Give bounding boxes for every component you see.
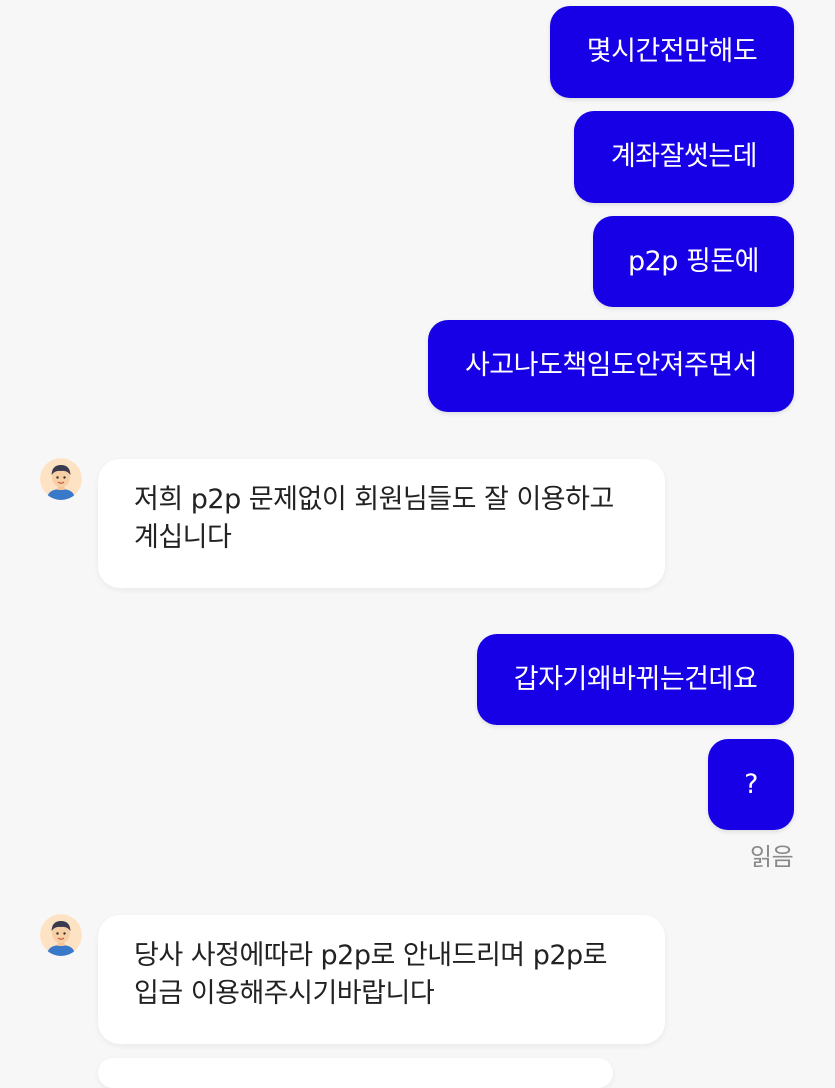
message-text: 갑자기왜바뀌는건데요	[513, 663, 758, 695]
read-receipt: 읽음	[750, 843, 794, 871]
agent-avatar-icon[interactable]	[40, 458, 82, 500]
message-text: 몇시간전만해도	[586, 36, 758, 67]
message-text-line: 저희 p2p 문제없이 회원님들도 잘 이용하고	[134, 484, 614, 515]
chat-thread: 몇시간전만해도 계좌잘썻는데 p2p 핑돈에 사고나도책임도안져주면서 저희 p…	[0, 0, 835, 1088]
message-text-line: 당사 사정에따라 p2p로 안내드리며 p2p로	[134, 940, 608, 971]
message-text-line: 입금 이용해주시기바랍니다	[134, 978, 435, 1009]
message-text: 사고나도책임도안져주면서	[464, 350, 758, 381]
outgoing-message: 몇시간전만해도	[550, 6, 794, 98]
message-text: ?	[744, 768, 758, 800]
message-text-line: 계십니다	[134, 522, 232, 553]
message-text: p2p 핑돈에	[627, 245, 760, 277]
incoming-message: 저희 p2p 문제없이 회원님들도 잘 이용하고 계십니다	[98, 459, 665, 588]
outgoing-message: 갑자기왜바뀌는건데요	[477, 634, 794, 725]
incoming-message: 당사 사정에따라 p2p로 안내드리며 p2p로 입금 이용해주시기바랍니다	[98, 915, 665, 1044]
agent-avatar-icon[interactable]	[40, 914, 82, 956]
message-text: 계좌잘썻는데	[610, 141, 758, 172]
outgoing-message: p2p 핑돈에	[593, 216, 794, 307]
outgoing-message: 사고나도책임도안져주면서	[428, 320, 794, 412]
outgoing-message: ?	[708, 739, 794, 830]
outgoing-message: 계좌잘썻는데	[574, 111, 794, 203]
incoming-message-partial	[98, 1058, 613, 1088]
